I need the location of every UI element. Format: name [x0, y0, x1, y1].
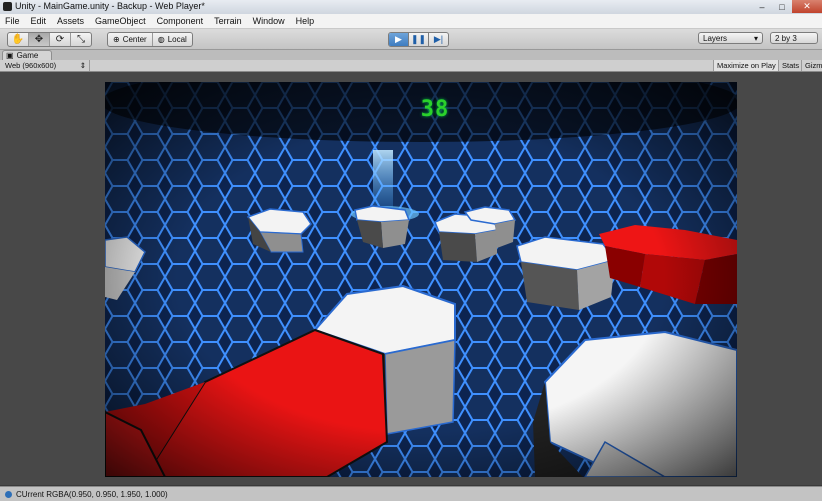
resolution-label: Web (960x600)	[5, 61, 57, 70]
game-scene	[105, 82, 737, 477]
layers-dropdown[interactable]: Layers ▾	[698, 32, 763, 44]
pivot-center-button[interactable]: ⊕ Center	[108, 33, 153, 46]
status-bar: CUrrent RGBA(0.950, 0.950, 1.950, 1.000)	[0, 486, 822, 501]
pivot-local-button[interactable]: ◍ Local	[153, 33, 192, 46]
globe-icon: ◍	[157, 35, 165, 44]
layout-label: 2 by 3	[775, 33, 797, 43]
scale-tool-icon[interactable]: ⤡	[71, 33, 91, 46]
stats-toggle[interactable]: Stats	[778, 60, 802, 71]
status-text[interactable]: CUrrent RGBA(0.950, 0.950, 1.950, 1.000)	[16, 490, 168, 499]
menu-terrain[interactable]: Terrain	[209, 16, 248, 26]
game-view-controls: Web (960x600) ⇕ Maximize on Play Stats G…	[0, 60, 822, 72]
close-button[interactable]: ✕	[792, 0, 822, 13]
gizmos-toggle[interactable]: Gizm	[801, 60, 822, 71]
updown-arrow-icon: ⇕	[79, 61, 86, 70]
menu-assets[interactable]: Assets	[52, 16, 90, 26]
dropdown-arrow-icon: ▾	[753, 33, 758, 43]
layout-dropdown[interactable]: 2 by 3	[770, 32, 818, 44]
game-controller-icon: ▣	[6, 51, 14, 60]
menu-component[interactable]: Component	[152, 16, 210, 26]
layers-label: Layers	[703, 33, 728, 43]
transform-tools: ✋ ✥ ⟳ ⤡	[7, 32, 92, 47]
step-button[interactable]: ▶|	[429, 33, 448, 46]
pivot-center-icon: ⊕	[113, 35, 120, 44]
hand-tool-icon[interactable]: ✋	[8, 33, 29, 46]
tab-game-label: Game	[16, 51, 39, 60]
game-viewport[interactable]: 38	[105, 82, 737, 477]
menu-window[interactable]: Window	[248, 16, 291, 26]
window-title: Unity - MainGame.unity - Backup - Web Pl…	[15, 1, 205, 11]
menu-file[interactable]: File	[0, 16, 26, 26]
maximize-button[interactable]: □	[772, 0, 792, 13]
menu-help[interactable]: Help	[291, 16, 321, 26]
pivot-center-label: Center	[122, 35, 147, 44]
menu-gameobject[interactable]: GameObject	[90, 16, 152, 26]
minimize-button[interactable]: –	[752, 0, 772, 13]
score-counter: 38	[420, 97, 450, 122]
pause-button[interactable]: ❚❚	[409, 33, 429, 46]
main-toolbar: ✋ ✥ ⟳ ⤡ ⊕ Center ◍ Local ▶ ❚❚ ▶| Layers …	[0, 29, 822, 50]
rotate-tool-icon[interactable]: ⟳	[50, 33, 71, 46]
title-bar: Unity - MainGame.unity - Backup - Web Pl…	[0, 0, 822, 15]
menu-bar: File Edit Assets GameObject Component Te…	[0, 14, 822, 29]
info-icon	[5, 490, 12, 498]
playback-controls: ▶ ❚❚ ▶|	[388, 32, 449, 47]
vignette	[105, 82, 737, 477]
tab-game[interactable]: ▣ Game	[2, 50, 52, 60]
window-controls: – □ ✕	[752, 0, 822, 13]
menu-edit[interactable]: Edit	[26, 16, 53, 26]
game-area: 38	[0, 72, 822, 485]
maximize-on-play-toggle[interactable]: Maximize on Play	[713, 60, 779, 71]
resolution-select[interactable]: Web (960x600) ⇕	[2, 60, 90, 71]
pivot-toggles: ⊕ Center ◍ Local	[107, 32, 193, 47]
unity-logo-icon	[3, 2, 12, 11]
play-button[interactable]: ▶	[389, 33, 409, 46]
pivot-local-label: Local	[167, 35, 187, 44]
move-tool-icon[interactable]: ✥	[29, 33, 50, 46]
